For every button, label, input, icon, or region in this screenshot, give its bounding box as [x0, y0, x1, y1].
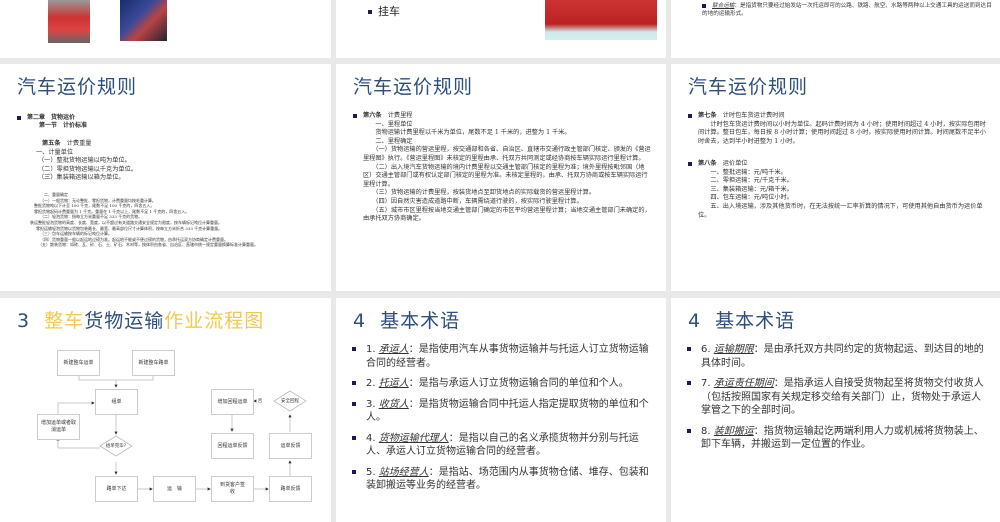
article-7: 第七条 计时包车货运计费时间 计时包车货运计费时间以小时为单位。起码计费时间为 … — [688, 112, 988, 146]
line: 一、整批运输：元/吨千米。 — [698, 168, 787, 176]
line: （一）货物运输的营运里程，按交通部和各省、自治区、直辖市交通行政主管部门核定、颁… — [363, 146, 651, 162]
term-item: 2. 托运人：是指与承运人订立货物运输合同的单位和个人。 — [352, 377, 650, 391]
term-number: 8. — [701, 425, 711, 437]
term: 运输期限 — [713, 344, 754, 355]
flow-no-arrow — [253, 399, 257, 403]
line: （四）因自然灾害造成道路中断，车辆需绕道行驶的，按实际行驶里程计算。 — [363, 197, 583, 205]
slide-thumbnail-5[interactable]: 汽车运价规则 第六条 计费里程 一、里程单位 货物运输计费里程以千米为单位，尾数… — [336, 64, 666, 291]
line: 一、计量单位 — [36, 148, 74, 156]
term-item: 1. 承运人：是指使用汽车从事货物运输并与托运人订立货物运输合同的经营者。 — [352, 343, 650, 370]
article-6: 第六条 计费里程 一、里程单位 货物运输计费里程以千米为单位，尾数不足 1 千米… — [353, 112, 653, 224]
term: 承运责任期间 — [713, 378, 774, 389]
bullet-trailer: 挂车 — [368, 3, 400, 19]
container-truck-image — [545, 0, 657, 40]
line: 五、出入境运输，涉及其他货币时，在无法按统一汇率折算的情况下，可使用其他自由货币… — [698, 202, 983, 219]
term-item: 5. 站场经营人：是指站、场范围内从事货物仓储、堆存、包装和装卸搬运等业务的经营… — [352, 466, 650, 493]
term: 承运人 — [378, 344, 409, 355]
article-label: 第七条 — [698, 112, 717, 119]
slide-thumbnail-9[interactable]: 4 基本术语 6. 运输期限：是由承托双方共同约定的货物起运、到达目的地的具体时… — [671, 298, 1000, 522]
article-title: 计费重量 — [66, 140, 92, 147]
term-number: 7. — [701, 378, 711, 389]
line: （三）货物运输的计费里程，按装货地点至卸货地点的实际载货的营运里程计算。 — [363, 189, 596, 197]
article-5: 第五条 计费重量 一、计量单位 （一）整批货物运输以吨为单位。 （二）零担货物运… — [36, 140, 137, 183]
definition: ：是指与承运人订立货物运输合同的单位和个人。 — [408, 378, 629, 389]
terms-list: 1. 承运人：是指使用汽车从事货物运输并与托运人订立货物运输合同的经营者。 2.… — [352, 343, 650, 500]
article-text: 计时包车货运计费时间以小时为单位。起码计费时间为 4 小时；使用时间超过 4 小… — [698, 120, 986, 145]
fire-truck-image — [48, 0, 90, 43]
line: （二）出入境汽车货物运输的境内计费里程以交通主管部门核定的里程为准；境外里程按毗… — [363, 163, 648, 188]
definition: ：是指使用汽车从事货物运输并与托运人订立货物运输合同的经营者。 — [366, 344, 649, 369]
article-label: 第五条 — [42, 140, 61, 147]
term-number: 6. — [701, 344, 711, 355]
line: 四、包车运输：元/吨位小时。 — [698, 194, 793, 202]
term-item: 8. 装卸搬运：指货物运输起讫两端利用人力或机械将货物装上、卸下车辆，并搬运到一… — [687, 425, 984, 452]
article-title: 计时包车货运计费时间 — [722, 112, 785, 119]
article-title: 运价单位 — [722, 160, 748, 167]
term-item: 3. 收货人：是指货物运输合同中托运人指定提取货物的单位和个人。 — [352, 398, 650, 425]
slide-thumbnail-1[interactable] — [0, 0, 331, 58]
slide-thumbnail-7[interactable]: 3 整车货物运输作业流程图 新建整车运单 新建整车路单 组单 增加运单或者取消运… — [0, 298, 331, 522]
slide-title: 4 基本术语 — [353, 310, 461, 332]
bullet-text: 挂车 — [378, 5, 400, 18]
flow-add-return-waybill: 增加回程运单 — [211, 389, 254, 415]
definition: ：是指货物运输合同中托运人指定提取货物的单位和个人。 — [366, 398, 649, 424]
definition: ：是指货物只要经过始发站一次托运即可的公路、铁路、航空、水路等两种以上交通工具的… — [702, 3, 992, 17]
article-8: 第八条 运价单位 一、整批运输：元/吨千米。 二、零担运输：元/千克千米。 三、… — [688, 160, 988, 220]
tanker-truck-image — [120, 0, 167, 41]
line: （一）整批货物运输以吨为单位。 — [38, 157, 131, 165]
term: 站场经营人 — [378, 466, 429, 478]
article-label: 第八条 — [698, 160, 717, 167]
slide-title: 汽车运价规则 — [17, 76, 138, 98]
term: 装卸搬运 — [713, 425, 754, 437]
slide-title: 4 基本术语 — [688, 310, 796, 332]
chapter-heading: 第二章 货物运价 第一节 计价标准 — [17, 114, 87, 130]
line: （三）集装箱运输以箱为单位。 — [38, 174, 125, 182]
slide-thumbnail-6[interactable]: 汽车运价规则 第七条 计时包车货运计费时间 计时包车货运计费时间以小时为单位。起… — [671, 64, 1000, 291]
term-item: 7. 承运责任期间：是指承运人自接受货物起至将货物交付收货人（包括按照国家有关规… — [687, 377, 984, 418]
combined-transport-text: 联合运输：是指货物只要经过始发站一次托运即可的公路、铁路、航空、水路等两种以上交… — [702, 2, 992, 18]
line: （五）城市市区里程按当地交通主管部门确定的市区平均营运里程计算；当地交通主管部门… — [363, 206, 651, 223]
slide-thumbnail-2[interactable]: 挂车 — [336, 0, 666, 58]
line: 一、里程单位 — [363, 120, 413, 128]
term: 联合运输 — [712, 3, 735, 9]
slide-thumbnail-8[interactable]: 4 基本术语 1. 承运人：是指使用汽车从事货物运输并与托运人订立货物运输合同的… — [336, 298, 666, 522]
chapter: 第二章 货物运价 — [27, 114, 76, 121]
term-item: 6. 运输期限：是由承托双方共同约定的货物起运、到达目的地的具体时间。 — [687, 343, 984, 370]
line: 二、零担运输：元/千克千米。 — [698, 177, 793, 185]
line: （五）散装货物：如砖、瓦、砂、石、土、矿石、木材等，按体积由各省、自治区、直辖市… — [38, 242, 258, 248]
line: 货物运输计费里程以千米为单位，尾数不足 1 千米的，进整为 1 千米。 — [363, 129, 571, 137]
weight-rules: 二、重量确定 （一）一般货物：无论整批、零担货物，计费重量均按毛重计算。 整批货… — [30, 192, 325, 248]
terms-list: 6. 运输期限：是由承托双方共同约定的货物起运、到达目的地的具体时间。 7. 承… — [687, 343, 984, 459]
term-number: 2. — [366, 378, 376, 389]
term: 货物运输代理人 — [378, 432, 449, 444]
term: 托运人 — [378, 378, 409, 389]
term-number: 3. — [366, 398, 376, 410]
slide-title: 汽车运价规则 — [353, 76, 474, 98]
slide-thumbnail-4[interactable]: 汽车运价规则 第二章 货物运价 第一节 计价标准 第五条 计费重量 一、计量单位… — [0, 64, 331, 291]
article-label: 第六条 — [363, 112, 382, 119]
article-title: 计费里程 — [387, 112, 413, 119]
slide-thumbnail-3[interactable]: 联合运输：是指货物只要经过始发站一次托运即可的公路、铁路、航空、水路等两种以上交… — [671, 0, 1000, 58]
section: 第一节 计价标准 — [39, 122, 88, 129]
term-number: 1. — [366, 344, 376, 355]
term: 收货人 — [378, 398, 409, 410]
term-item: 4. 货物运输代理人：是指以自己的名义承揽货物并分别与托运人、承运人订立货物运输… — [352, 432, 650, 459]
term-number: 5. — [366, 466, 376, 478]
slide-title: 汽车运价规则 — [688, 76, 809, 98]
flow-return-feedback: 回程运单反馈 — [211, 433, 254, 459]
term-number: 4. — [366, 432, 376, 444]
